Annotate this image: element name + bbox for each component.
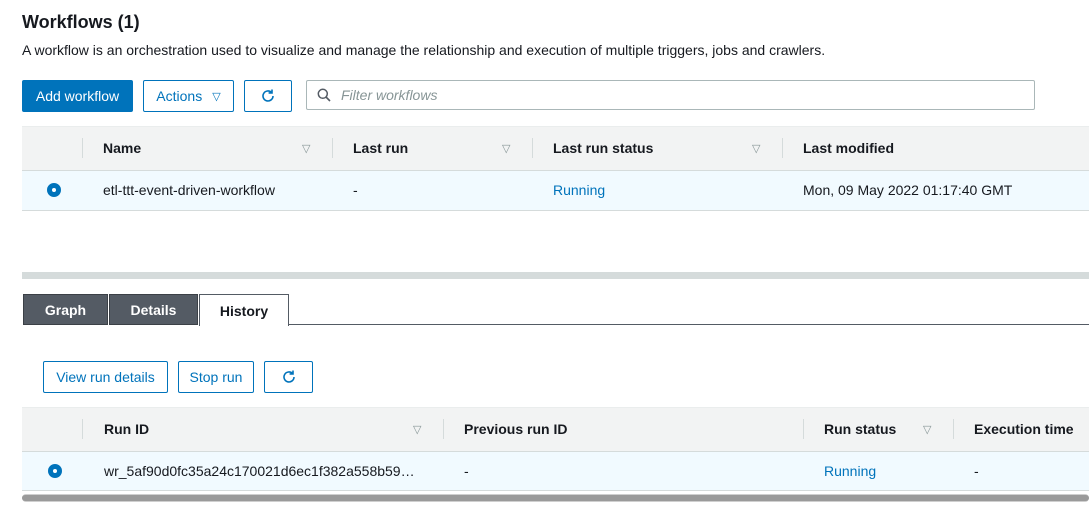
add-workflow-label: Add workflow — [35, 88, 120, 104]
refresh-icon — [262, 89, 274, 102]
stop-run-button[interactable]: Stop run — [178, 361, 254, 393]
last-run-status-value[interactable]: Running — [553, 182, 605, 198]
sort-icon[interactable]: ▽ — [923, 423, 931, 436]
column-header-run-status[interactable]: Run status — [824, 421, 896, 437]
row-select-radio[interactable] — [48, 464, 62, 478]
column-header-execution-time[interactable]: Execution time — [974, 421, 1074, 437]
column-divider — [532, 138, 533, 158]
refresh-icon — [282, 370, 295, 383]
stop-run-label: Stop run — [189, 369, 243, 385]
sort-icon[interactable]: ▽ — [752, 142, 760, 155]
scrollbar-thumb[interactable] — [22, 495, 1089, 501]
column-divider — [443, 419, 444, 439]
panel-resize-divider[interactable] — [22, 272, 1089, 279]
last-modified-value: Mon, 09 May 2022 01:17:40 GMT — [803, 182, 1013, 198]
column-divider — [782, 138, 783, 158]
tab-underline — [288, 324, 1089, 325]
column-header-name[interactable]: Name — [103, 140, 141, 156]
column-divider — [953, 419, 954, 439]
sort-icon[interactable]: ▽ — [302, 142, 310, 155]
view-run-details-button[interactable]: View run details — [43, 361, 168, 393]
column-divider — [82, 138, 83, 158]
column-header-last-run-status[interactable]: Last run status — [553, 140, 653, 156]
tab-graph[interactable]: Graph — [23, 294, 108, 325]
refresh-button[interactable] — [244, 80, 292, 112]
row-select-radio[interactable] — [47, 183, 61, 197]
column-header-last-modified[interactable]: Last modified — [803, 140, 894, 156]
history-refresh-button[interactable] — [264, 361, 313, 393]
caret-down-icon: ▽ — [212, 90, 221, 103]
view-run-details-label: View run details — [56, 369, 155, 385]
filter-workflows-input[interactable] — [339, 86, 1023, 104]
column-header-last-run[interactable]: Last run — [353, 140, 408, 156]
page-title: Workflows (1) — [22, 12, 140, 32]
run-status-value[interactable]: Running — [824, 463, 876, 479]
column-header-run-id[interactable]: Run ID — [104, 421, 149, 437]
filter-workflows-field[interactable] — [306, 80, 1035, 110]
tab-details[interactable]: Details — [109, 294, 198, 325]
column-divider — [332, 138, 333, 158]
actions-dropdown[interactable]: Actions ▽ — [143, 80, 234, 112]
tab-history[interactable]: History — [199, 294, 289, 326]
add-workflow-button[interactable]: Add workflow — [22, 80, 133, 112]
previous-run-id-value: - — [464, 463, 469, 479]
execution-time-value: - — [974, 463, 979, 479]
sort-icon[interactable]: ▽ — [502, 142, 510, 155]
run-id-value: wr_5af90d0fc35a24c170021d6ec1f382a558b59… — [104, 463, 415, 479]
column-header-previous-run-id[interactable]: Previous run ID — [464, 421, 567, 437]
column-divider — [803, 419, 804, 439]
actions-label: Actions — [156, 88, 203, 104]
sort-icon[interactable]: ▽ — [413, 423, 421, 436]
last-run-value: - — [353, 182, 358, 198]
search-icon — [317, 88, 331, 102]
workflow-name: etl-ttt-event-driven-workflow — [103, 182, 275, 198]
page-description: A workflow is an orchestration used to v… — [22, 42, 826, 58]
column-divider — [82, 419, 83, 439]
